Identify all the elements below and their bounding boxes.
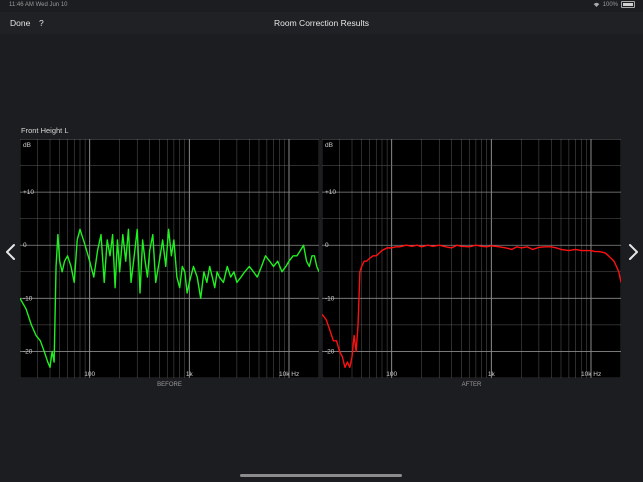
after-caption: AFTER: [461, 382, 482, 388]
status-time-date: 11:46 AM Wed Jun 10: [9, 2, 68, 8]
x-tick-label: 1k: [186, 371, 194, 378]
after-response-line: [322, 244, 621, 369]
y-tick-label: +10: [325, 189, 336, 196]
before-caption: BEFORE: [157, 382, 182, 388]
chevron-right-icon: [629, 244, 638, 260]
next-channel-button[interactable]: [626, 243, 640, 261]
y-tick-label: 0: [325, 242, 329, 249]
status-date: Wed Jun 10: [35, 2, 68, 8]
before-frequency-chart: dB +10 0 -10 -20 100 1k 10k Hz: [20, 139, 319, 378]
after-frequency-chart: dB +10 0 -10 -20 100 1k 10k Hz: [322, 139, 621, 378]
after-chart-svg: dB +10 0 -10 -20 100 1k 10k Hz: [322, 139, 621, 378]
x-tick-label: 10k Hz: [581, 371, 601, 378]
y-tick-label: +10: [23, 189, 34, 196]
channel-name: Front Height L: [21, 126, 69, 135]
status-time: 11:46 AM: [9, 2, 34, 8]
chevron-left-icon: [6, 244, 15, 260]
y-tick-label: 0: [23, 242, 27, 249]
wifi-icon: [593, 2, 599, 7]
x-tick-label: 10k Hz: [279, 371, 299, 378]
status-bar: 11:46 AM Wed Jun 10 100%: [0, 0, 643, 10]
battery-percent: 100%: [602, 1, 618, 8]
previous-channel-button[interactable]: [4, 243, 18, 261]
status-indicators: 100%: [593, 1, 635, 8]
x-tick-label: 100: [386, 371, 397, 378]
y-axis-unit-label: dB: [23, 142, 31, 149]
x-tick-label: 100: [84, 371, 95, 378]
y-tick-label: -20: [23, 348, 33, 355]
home-indicator[interactable]: [240, 474, 402, 477]
x-tick-label: 1k: [488, 371, 496, 378]
page-title: Room Correction Results: [274, 18, 369, 28]
navigation-bar: Done ? Room Correction Results: [0, 12, 643, 34]
y-tick-label: -20: [325, 348, 335, 355]
y-tick-label: -10: [325, 295, 335, 302]
y-axis-unit-label: dB: [325, 142, 333, 149]
y-tick-label: -10: [23, 295, 33, 302]
before-chart-svg: dB +10 0 -10 -20 100 1k 10k Hz: [20, 139, 319, 378]
battery-icon: [621, 1, 635, 8]
